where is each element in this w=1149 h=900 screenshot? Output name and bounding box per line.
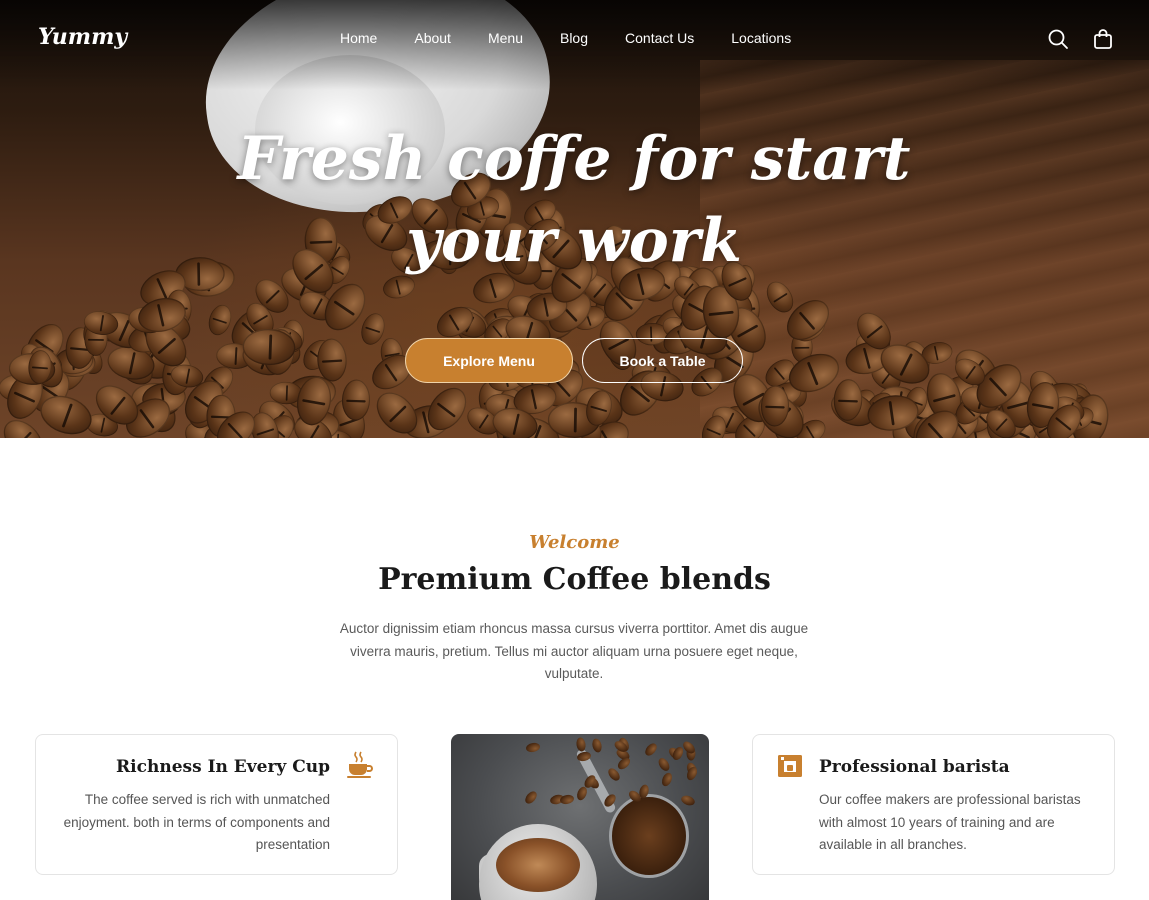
feature-title: Richness In Every Cup	[116, 757, 330, 777]
top-navigation: Yummy Home About Menu Blog Contact Us Lo…	[0, 0, 1149, 78]
photo-coffee-bean	[656, 756, 672, 773]
coffee-bean	[341, 379, 372, 422]
coffee-cup-icon	[347, 751, 373, 778]
nav-link-contact[interactable]: Contact Us	[625, 30, 694, 46]
explore-menu-button[interactable]: Explore Menu	[405, 338, 573, 383]
brand-logo[interactable]: Yummy	[38, 24, 127, 50]
nav-links: Home About Menu Blog Contact Us Location…	[340, 30, 828, 46]
feature-text: Our coffee makers are professional baris…	[819, 792, 1081, 852]
hero-title: Fresh coffe for start your work	[237, 124, 911, 276]
espresso-crema	[496, 838, 580, 892]
nav-link-blog[interactable]: Blog	[560, 30, 588, 46]
photo-coffee-bean	[524, 741, 541, 754]
feature-card-richness: Richness In Every Cup The coffee served …	[35, 734, 398, 875]
nav-link-menu[interactable]: Menu	[488, 30, 523, 46]
nav-link-locations[interactable]: Locations	[731, 30, 791, 46]
feature-card-barista: Professional barista Our coffee makers a…	[752, 734, 1115, 875]
photo-coffee-bean	[591, 737, 604, 753]
coffee-bean	[316, 337, 348, 382]
feature-title: Professional barista	[819, 757, 1010, 777]
section-title: Premium Coffee blends	[378, 562, 771, 597]
coffee-photo	[451, 734, 709, 900]
book-table-button[interactable]: Book a Table	[582, 338, 743, 383]
photo-coffee-bean	[522, 789, 539, 806]
photo-coffee-bean	[643, 741, 660, 758]
search-icon[interactable]	[1047, 28, 1069, 50]
section-description: Auctor dignissim etiam rhoncus massa cur…	[339, 621, 809, 681]
coffee-scoop	[609, 794, 689, 878]
section-eyebrow: Welcome	[529, 532, 620, 553]
shopping-bag-icon[interactable]	[1092, 28, 1114, 50]
nav-link-about[interactable]: About	[414, 30, 451, 46]
nav-link-home[interactable]: Home	[340, 30, 377, 46]
photo-coffee-bean	[679, 793, 697, 808]
photo-coffee-bean	[659, 771, 674, 788]
feature-text: The coffee served is rich with unmatched…	[63, 792, 330, 852]
coffee-machine-icon	[778, 755, 802, 777]
